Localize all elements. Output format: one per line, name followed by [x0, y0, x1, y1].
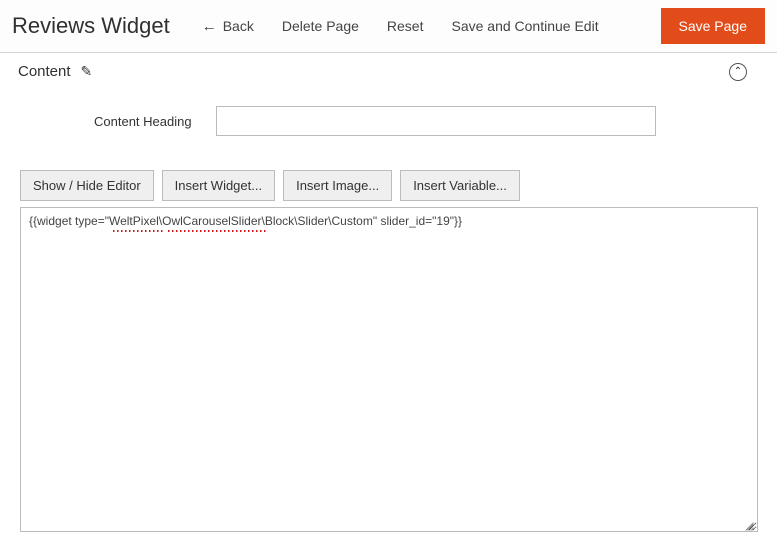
insert-variable-button[interactable]: Insert Variable...	[400, 170, 520, 201]
content-heading-input[interactable]	[216, 106, 656, 136]
delete-page-button[interactable]: Delete Page	[282, 18, 359, 34]
page-header: Reviews Widget ← Back Delete Page Reset …	[0, 0, 777, 53]
insert-widget-button[interactable]: Insert Widget...	[162, 170, 275, 201]
back-button[interactable]: ← Back	[202, 18, 254, 35]
content-heading-label: Content Heading	[94, 114, 192, 129]
insert-image-button[interactable]: Insert Image...	[283, 170, 392, 201]
editor-toolbar: Show / Hide Editor Insert Widget... Inse…	[20, 170, 757, 201]
pencil-icon[interactable]: ✎	[81, 63, 93, 80]
chevron-up-icon[interactable]: ⌃	[729, 63, 747, 81]
back-label: Back	[223, 18, 254, 34]
show-hide-editor-button[interactable]: Show / Hide Editor	[20, 170, 154, 201]
content-heading-row: Content Heading	[20, 106, 757, 136]
editor-container: ◢	[20, 207, 758, 532]
content-editor[interactable]	[21, 208, 757, 531]
save-continue-button[interactable]: Save and Continue Edit	[451, 18, 598, 34]
content-section-header: Content ✎ ⌃	[0, 53, 777, 86]
section-label: Content	[18, 63, 71, 80]
save-page-button[interactable]: Save Page	[661, 8, 766, 44]
resize-handle-icon: ◢	[745, 519, 755, 529]
page-title: Reviews Widget	[12, 13, 170, 39]
arrow-left-icon: ←	[202, 18, 217, 35]
reset-button[interactable]: Reset	[387, 18, 424, 34]
content-form: Content Heading Show / Hide Editor Inser…	[0, 86, 777, 544]
